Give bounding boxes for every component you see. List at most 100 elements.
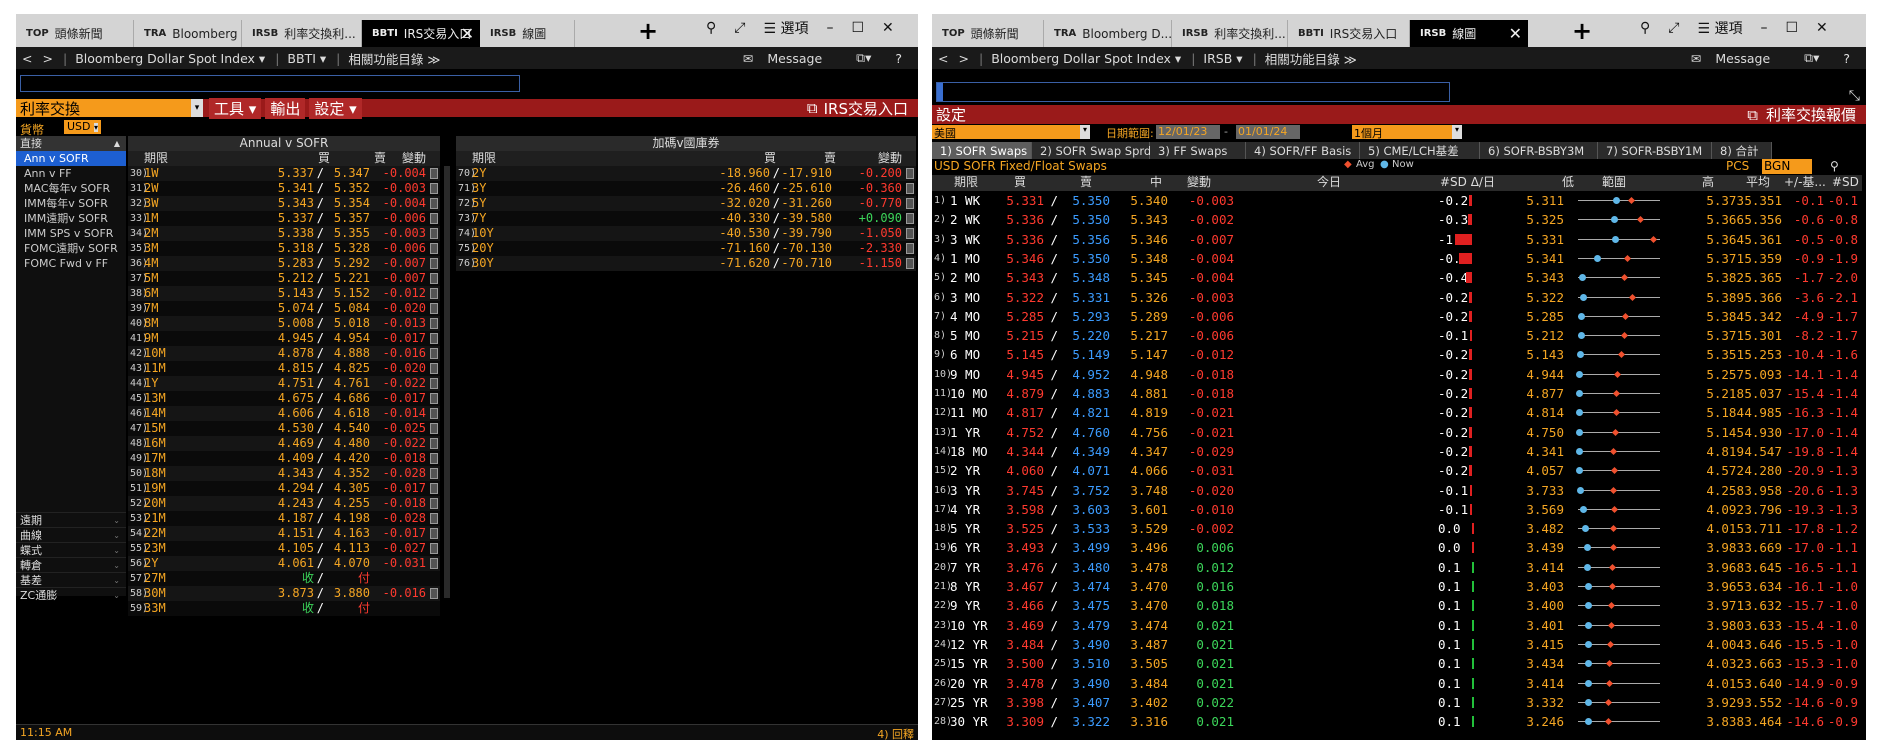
ask[interactable]: 3.407 (1072, 693, 1110, 712)
bid[interactable]: -71.160 (719, 241, 770, 256)
table-row[interactable]: 5) 2 MO 5.343 / 5.348 5.345 -0.004 -0.4 5.343 5.3… (932, 268, 1862, 287)
help-button[interactable]: ? (1843, 51, 1850, 66)
column-header[interactable]: 賣 (374, 151, 386, 166)
table-row[interactable]: 58) 30M 3.873/3.880 -0.016 (128, 586, 440, 601)
table-row[interactable]: 56) 2Y 4.061/4.070 -0.031 (128, 556, 440, 571)
table-row[interactable]: 31) 2W 5.341/5.352 -0.003 (128, 181, 440, 196)
bid[interactable]: 3.467 (1006, 577, 1044, 596)
ask[interactable]: 5.152 (334, 286, 370, 301)
tab-4[interactable]: IRSB 線圖 (480, 20, 575, 47)
bid[interactable]: 5.318 (278, 241, 314, 256)
ask[interactable]: 5.331 (1072, 288, 1110, 307)
bid[interactable]: -40.530 (719, 226, 770, 241)
table-row[interactable]: 15) 2 YR 4.060/4.071 4.066 -0.031 -0.2 4.057 4.… (932, 461, 1862, 480)
ask[interactable]: 4.420 (334, 451, 370, 466)
ask[interactable]: -25.610 (781, 181, 832, 196)
ask[interactable]: 付 (358, 571, 370, 586)
chart-icon[interactable] (906, 198, 914, 209)
ask[interactable]: 5.293 (1072, 307, 1110, 326)
chart-icon[interactable] (430, 363, 438, 374)
chart-icon[interactable] (430, 243, 438, 254)
ask[interactable]: 5.149 (1072, 345, 1110, 364)
close-window-icon[interactable]: ✕ (882, 20, 894, 36)
table-row[interactable]: 25) 15 YR 3.500/3.510 3.505 0.021 0.1 3.434 4.0… (932, 654, 1862, 673)
date-from-input[interactable]: 12/01/23 (1156, 125, 1220, 139)
column-header-ask[interactable]: 賣 (1080, 175, 1092, 190)
ask[interactable]: 4.163 (334, 526, 370, 541)
bid[interactable]: 5.346 (1006, 249, 1044, 268)
minimize-icon[interactable]: – (1760, 20, 1767, 36)
table-row[interactable]: 74) 10Y -40.530/-39.790 -1.050 (456, 226, 916, 241)
ask[interactable]: 5.220 (1072, 326, 1110, 345)
forward-button[interactable]: > (958, 51, 968, 66)
bid[interactable]: 5.074 (278, 301, 314, 316)
bid[interactable]: 3.476 (1006, 558, 1044, 577)
table-row[interactable]: 35) 3M 5.318/5.328 -0.006 (128, 241, 440, 256)
bid[interactable]: 3.469 (1006, 616, 1044, 635)
ask[interactable]: 4.305 (334, 481, 370, 496)
column-header-low[interactable]: 低 (1562, 175, 1574, 190)
bid[interactable]: 4.151 (278, 526, 314, 541)
expand-icon[interactable]: ⤡ (1849, 88, 1860, 104)
table-row[interactable]: 34) 2M 5.338/5.355 -0.003 (128, 226, 440, 241)
maximize-icon[interactable]: ☐ (1785, 20, 1798, 36)
table-row[interactable]: 73) 7Y -40.330/-39.580 +0.090 (456, 211, 916, 226)
table-row[interactable]: 6) 3 MO 5.322 / 5.331 5.326 -0.003 -0.2 5.322 5.3… (932, 288, 1862, 307)
bid[interactable]: 5.336 (1006, 210, 1044, 229)
ask[interactable]: 4.954 (334, 331, 370, 346)
table-row[interactable]: 44) 1Y 4.751/4.761 -0.022 (128, 376, 440, 391)
ask[interactable]: 3.533 (1072, 519, 1110, 538)
search-icon[interactable]: ⚲ (1830, 159, 1839, 173)
bid[interactable]: 5.337 (278, 166, 314, 181)
bid[interactable]: 4.945 (1006, 365, 1044, 384)
bid[interactable]: 4.344 (1006, 442, 1044, 461)
ask[interactable]: 5.355 (334, 226, 370, 241)
bid[interactable]: 4.243 (278, 496, 314, 511)
bid[interactable]: 3.484 (1006, 635, 1044, 654)
sidebar-item[interactable]: Ann v SOFR (16, 151, 126, 166)
table-row[interactable]: 21) 8 YR 3.467/3.474 3.470 0.016 0.1 3.403 3.96… (932, 577, 1862, 596)
back-button[interactable]: < (22, 51, 32, 66)
ask[interactable]: 3.880 (334, 586, 370, 601)
table-row[interactable]: 59) 33M 收 / 付 (128, 601, 440, 616)
maximize-icon[interactable]: ☐ (851, 20, 864, 36)
table-row[interactable]: 70) 2Y -18.960/-17.910 -0.200 (456, 166, 916, 181)
table-row[interactable]: 50) 18M 4.343/4.352 -0.028 (128, 466, 440, 481)
table-row[interactable]: 20) 7 YR 3.476/3.480 3.478 0.012 0.1 3.414 3.96… (932, 558, 1862, 577)
ask[interactable]: 5.356 (1072, 230, 1110, 249)
bid[interactable]: 4.945 (278, 331, 314, 346)
chart-icon[interactable] (430, 378, 438, 389)
function-code-menu[interactable]: BBTI ▾ (287, 51, 326, 66)
bid[interactable]: 4.469 (278, 436, 314, 451)
table-row[interactable]: 38) 6M 5.143/5.152 -0.012 (128, 286, 440, 301)
table-row[interactable]: 13) 1 YR 4.752/4.760 4.756 -0.021 -0.2 4.750 5.… (932, 423, 1862, 442)
table-row[interactable]: 42) 10M 4.878/4.888 -0.016 (128, 346, 440, 361)
ask[interactable]: 5.350 (1072, 249, 1110, 268)
ask[interactable]: 3.499 (1072, 538, 1110, 557)
chart-icon[interactable] (430, 318, 438, 329)
bid[interactable]: 5.212 (278, 271, 314, 286)
sidebar-item[interactable]: IMM每年v SOFR (16, 196, 126, 211)
chart-icon[interactable] (430, 288, 438, 299)
column-header-sd2[interactable]: #SD (1832, 175, 1859, 190)
table-row[interactable]: 48) 16M 4.469/4.480 -0.022 (128, 436, 440, 451)
column-header[interactable]: 變動 (402, 151, 426, 166)
bid[interactable]: 4.751 (278, 376, 314, 391)
ask[interactable]: 4.070 (334, 556, 370, 571)
bid[interactable]: 4.817 (1006, 403, 1044, 422)
ask[interactable]: 4.761 (334, 376, 370, 391)
tab-4[interactable]: IRSB 線圖 ✕ (1410, 20, 1528, 47)
chart-icon[interactable] (430, 183, 438, 194)
security-breadcrumb[interactable]: Bloomberg Dollar Spot Index ▾ (75, 51, 265, 66)
column-header[interactable]: 變動 (878, 151, 902, 166)
options-menu[interactable]: ☰ 選項 (763, 18, 808, 38)
bid[interactable]: 5.145 (1006, 345, 1044, 364)
tab-0[interactable]: TOP 頭條新聞 (16, 20, 134, 47)
bid[interactable]: 5.283 (278, 256, 314, 271)
bid[interactable]: 5.343 (278, 196, 314, 211)
chart-icon[interactable] (430, 543, 438, 554)
bid[interactable]: 3.873 (278, 586, 314, 601)
subtab-6[interactable]: 7) SOFR-BSBY1M (1598, 142, 1712, 159)
table-row[interactable]: 75) 20Y -71.160/-70.130 -2.330 (456, 241, 916, 256)
ask[interactable]: 3.322 (1072, 712, 1110, 731)
